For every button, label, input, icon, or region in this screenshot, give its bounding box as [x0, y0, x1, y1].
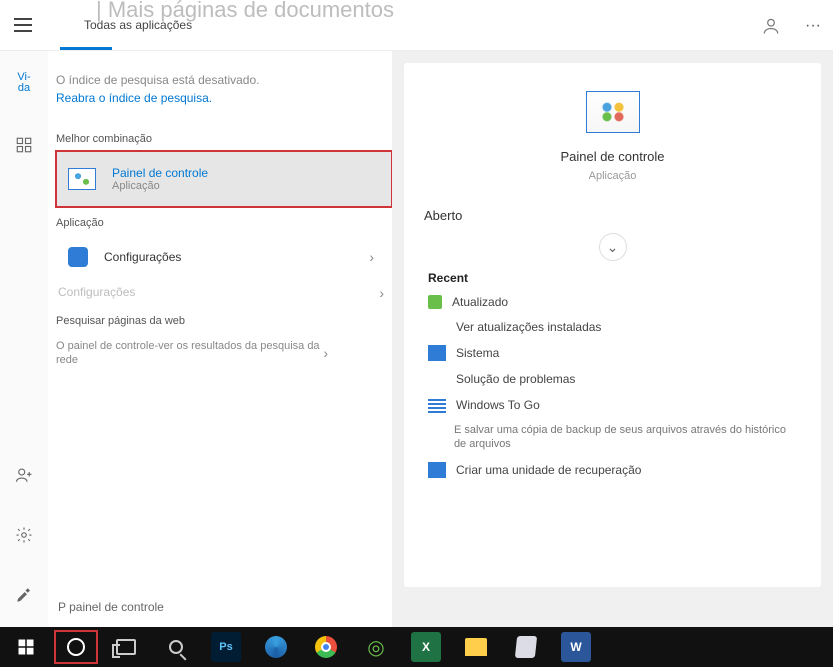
- task-view-button[interactable]: [104, 630, 148, 664]
- results-column: O índice de pesquisa está desativado. Re…: [48, 51, 392, 587]
- taskbar-app-edge[interactable]: [254, 630, 298, 664]
- recent-item[interactable]: Windows To Go: [428, 397, 801, 413]
- taskbar-app-file-explorer[interactable]: [454, 630, 498, 664]
- more-options-icon[interactable]: ···: [801, 14, 825, 38]
- recent-item[interactable]: Atualizado: [428, 295, 801, 309]
- system-icon: [428, 345, 446, 361]
- reopen-index-link[interactable]: Reabra o índice de pesquisa.: [56, 91, 212, 105]
- index-disabled-msg: O índice de pesquisa está desativado.: [56, 73, 392, 87]
- rail-scope-life[interactable]: Vi- da: [8, 67, 40, 99]
- recent-item[interactable]: Criar uma unidade de recuperação: [428, 462, 801, 478]
- search-header: Todas as aplicações | Mais páginas de do…: [0, 0, 833, 51]
- app-settings-label: Configurações: [104, 250, 181, 264]
- app-settings-item[interactable]: Configurações ›: [56, 235, 392, 279]
- recent-list: Atualizado Ver atualizações instaladas S…: [428, 295, 801, 478]
- best-match-subtitle: Aplicação: [112, 180, 208, 192]
- magnifier-button[interactable]: [154, 630, 198, 664]
- taskbar-app-dreamweaver[interactable]: ◎: [354, 630, 398, 664]
- taskbar-app-notepad[interactable]: [504, 630, 548, 664]
- search-input[interactable]: [58, 600, 392, 614]
- best-match-result[interactable]: Painel de controle Aplicação: [56, 151, 392, 207]
- chevron-right-icon: ›: [369, 249, 374, 265]
- cortana-search-button[interactable]: [54, 630, 98, 664]
- start-button[interactable]: [4, 630, 48, 664]
- search-row: [48, 587, 392, 627]
- recovery-drive-icon: [428, 462, 446, 478]
- preview-subtitle: Aplicação: [424, 170, 801, 182]
- section-web: Pesquisar páginas da web: [56, 315, 392, 327]
- settings-app-icon: [66, 245, 90, 269]
- open-action[interactable]: Aberto: [424, 202, 801, 229]
- web-result-item[interactable]: O painel de controle-ver os resultados d…: [56, 333, 336, 374]
- preview-panel: Painel de controle Aplicação Aberto ⌄ Re…: [404, 63, 821, 587]
- taskbar-app-photoshop[interactable]: Ps: [204, 630, 248, 664]
- windows-to-go-icon: [428, 397, 446, 413]
- recent-header: Recent: [428, 271, 801, 285]
- preview-control-panel-icon: [586, 91, 640, 133]
- control-panel-icon: [66, 163, 98, 195]
- profile-icon[interactable]: [759, 14, 783, 38]
- chevron-right-icon: ›: [323, 344, 328, 362]
- section-apps: Aplicação: [56, 217, 392, 229]
- recent-item[interactable]: Solução de problemas: [428, 371, 801, 387]
- installed-updates-icon: [428, 319, 446, 335]
- ghost-settings-row: Configurações ›: [56, 279, 392, 305]
- recent-item[interactable]: Sistema: [428, 345, 801, 361]
- file-history-icon: [428, 429, 444, 445]
- best-match-title: Painel de controle: [112, 166, 208, 180]
- taskbar-app-chrome[interactable]: [304, 630, 348, 664]
- tab-all-apps[interactable]: Todas as aplicações: [84, 18, 192, 32]
- preview-title: Painel de controle: [424, 149, 801, 164]
- recent-item[interactable]: E salvar uma cópia de backup de seus arq…: [428, 423, 801, 452]
- rail-apps-icon[interactable]: [8, 129, 40, 161]
- web-result-label: O painel de controle-ver os resultados d…: [56, 339, 323, 368]
- rail-add-person-icon[interactable]: [8, 459, 40, 491]
- taskbar-app-excel[interactable]: X: [404, 630, 448, 664]
- troubleshoot-icon: [428, 371, 446, 387]
- rail-brush-icon[interactable]: [8, 579, 40, 611]
- hamburger-menu-icon[interactable]: [10, 11, 38, 39]
- tab-underline: [60, 47, 112, 50]
- taskbar-app-word[interactable]: W: [554, 630, 598, 664]
- left-rail: Vi- da: [0, 51, 48, 627]
- expand-chevron-icon[interactable]: ⌄: [599, 233, 627, 261]
- section-best-match: Melhor combinação: [56, 133, 392, 145]
- update-icon: [428, 295, 442, 309]
- recent-item[interactable]: Ver atualizações instaladas: [428, 319, 801, 335]
- taskbar: Ps ◎ X W: [0, 627, 833, 667]
- rail-settings-icon[interactable]: [8, 519, 40, 551]
